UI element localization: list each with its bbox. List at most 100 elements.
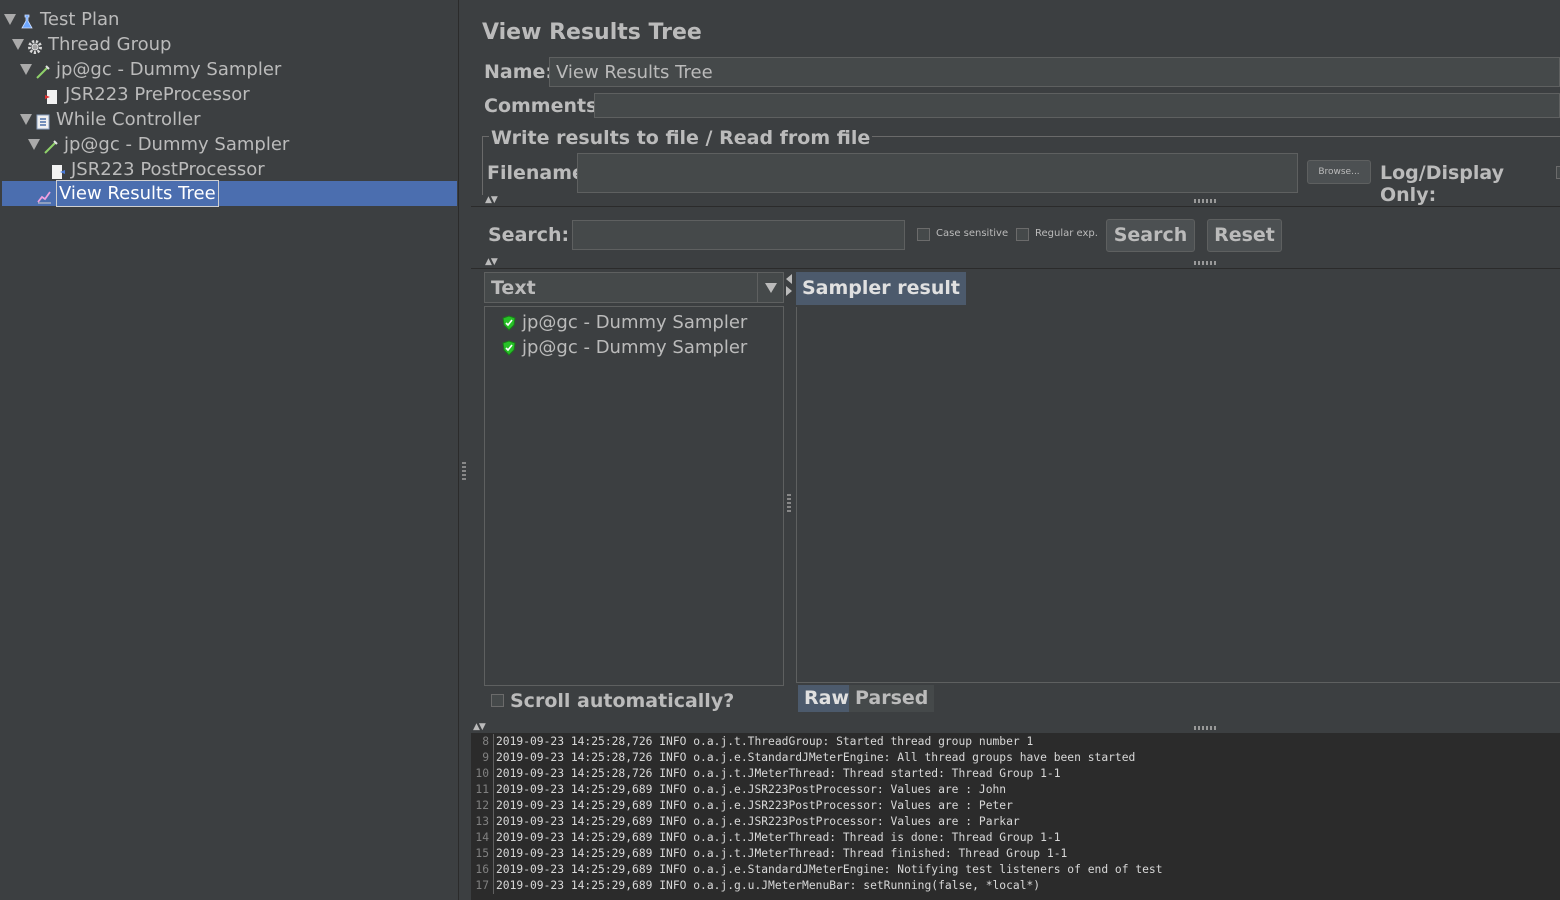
comments-field[interactable] [594,93,1560,118]
tree-node-view-results-tree[interactable]: View Results Tree [2,180,457,207]
regular-exp-checkbox[interactable] [1016,228,1029,241]
script-icon [50,162,66,179]
expand-triangle-icon[interactable] [4,14,16,25]
log-line-text: 2019-09-23 14:25:29,689 INFO o.a.j.e.JSR… [496,799,1013,812]
splitter-arrows-icon[interactable]: ▲▼ [473,722,486,732]
result-label: jp@gc - Dummy Sampler [522,337,748,358]
splitter-arrows-icon[interactable]: ▲▼ [485,257,498,267]
list-item[interactable]: jp@gc - Dummy Sampler [501,335,747,360]
tree-node-test-plan[interactable]: Test Plan [4,7,119,32]
tree-node-thread-group[interactable]: Thread Group [12,32,171,57]
log-line-text: 2019-09-23 14:25:29,689 INFO o.a.j.e.JSR… [496,815,1020,828]
renderer-select[interactable]: Text [484,272,784,303]
log-line: 14 2019-09-23 14:25:29,689 INFO o.a.j.t.J… [471,830,1061,846]
expand-triangle-icon[interactable] [20,64,32,75]
tree-panel-splitter[interactable] [458,0,472,900]
case-sensitive-checkbox[interactable] [917,228,930,241]
tree-node-label: While Controller [56,109,201,130]
tab-parsed[interactable]: Parsed [849,685,935,712]
collapse-left-icon[interactable] [786,274,792,284]
expand-triangle-icon[interactable] [28,139,40,150]
splitter-arrows-icon[interactable]: ▲▼ [485,195,498,205]
log-line: 16 2019-09-23 14:25:29,689 INFO o.a.j.e.S… [471,862,1163,878]
log-line-number: 17 [471,878,494,894]
log-display-only-checkbox[interactable] [1556,166,1560,179]
tab-raw[interactable]: Raw [798,685,856,712]
chevron-down-icon [765,283,777,293]
tree-node-label: View Results Tree [56,180,219,207]
collapse-right-icon[interactable] [786,286,792,296]
tree-node-label: JSR223 PreProcessor [65,84,250,105]
splitter-file-search[interactable]: ▲▼ [471,195,1560,207]
log-line-number: 10 [471,766,494,782]
log-line: 12 2019-09-23 14:25:29,689 INFO o.a.j.e.J… [471,798,1013,814]
log-line: 17 2019-09-23 14:25:29,689 INFO o.a.j.g.u… [471,878,1040,894]
tree-node-jsr223-postprocessor[interactable]: JSR223 PostProcessor [50,157,265,182]
log-line-text: 2019-09-23 14:25:29,689 INFO o.a.j.t.JMe… [496,831,1061,844]
name-field[interactable] [549,57,1560,87]
expand-triangle-icon[interactable] [12,39,24,50]
log-line: 8 2019-09-23 14:25:28,726 INFO o.a.j.t.Th… [471,734,1033,750]
success-shield-icon [501,339,517,356]
tree-node-label: Thread Group [48,34,172,55]
result-label: jp@gc - Dummy Sampler [522,312,748,333]
log-line-text: 2019-09-23 14:25:29,689 INFO o.a.j.e.Sta… [496,863,1163,876]
page-title: View Results Tree [482,20,702,45]
log-line-text: 2019-09-23 14:25:28,726 INFO o.a.j.t.Thr… [496,735,1034,748]
gear-icon [27,37,43,54]
tab-sampler-result[interactable]: Sampler result [796,272,966,305]
log-line-number: 9 [471,750,494,766]
flask-icon [19,12,35,28]
log-line: 11 2019-09-23 14:25:29,689 INFO o.a.j.e.J… [471,782,1006,798]
expand-triangle-icon[interactable] [20,114,32,125]
list-item[interactable]: jp@gc - Dummy Sampler [501,310,747,335]
splitter-grip-icon [1194,726,1216,730]
log-line-text: 2019-09-23 14:25:29,689 INFO o.a.j.g.u.J… [496,879,1041,892]
test-plan-tree[interactable]: Test Plan Thread Group jp@gc - Dummy Sam… [0,0,460,900]
pipette-icon [35,62,51,79]
script-icon [44,87,60,104]
tree-node-label: JSR223 PostProcessor [71,159,265,180]
splitter-grip-icon [787,494,791,514]
filename-field[interactable] [577,153,1298,193]
log-line-number: 8 [471,734,494,750]
tree-node-label: jp@gc - Dummy Sampler [64,134,290,155]
log-line-number: 16 [471,862,494,878]
file-group-title: Write results to file / Read from file [489,127,873,149]
case-sensitive-label: Case sensitive [936,228,1009,239]
log-line: 9 2019-09-23 14:25:28,726 INFO o.a.j.e.St… [471,750,1135,766]
log-line-text: 2019-09-23 14:25:29,689 INFO o.a.j.e.JSR… [496,783,1007,796]
name-label: Name: [484,61,554,83]
search-button[interactable]: Search [1106,219,1195,252]
splitter-search-results[interactable]: ▲▼ [471,257,1560,269]
log-line-text: 2019-09-23 14:25:28,726 INFO o.a.j.t.JMe… [496,767,1061,780]
renderer-select-value: Text [491,277,536,299]
view-mode-tabs: Raw Parsed [796,682,1560,713]
browse-button[interactable]: Browse... [1307,160,1371,184]
controller-icon [35,112,51,129]
log-line-number: 12 [471,798,494,814]
filename-label: Filename [487,162,585,184]
log-line: 15 2019-09-23 14:25:29,689 INFO o.a.j.t.J… [471,846,1067,862]
log-line-text: 2019-09-23 14:25:28,726 INFO o.a.j.e.Sta… [496,751,1136,764]
tree-node-while-controller[interactable]: While Controller [20,107,201,132]
tree-node-dummy-sampler-2[interactable]: jp@gc - Dummy Sampler [28,132,289,157]
search-input[interactable] [572,220,905,250]
log-viewer[interactable]: 8 2019-09-23 14:25:28,726 INFO o.a.j.t.Th… [471,733,1560,900]
splitter-grip-icon [1194,199,1216,203]
search-label: Search: [488,224,570,246]
tree-node-label: jp@gc - Dummy Sampler [56,59,282,80]
log-line-number: 13 [471,814,494,830]
splitter-grip-icon [462,462,466,482]
tree-node-label: Test Plan [40,9,120,30]
chart-icon [36,186,52,203]
results-list[interactable]: jp@gc - Dummy Sampler jp@gc - Dummy Samp… [484,306,784,686]
scroll-automatically-checkbox[interactable] [491,694,504,707]
log-line: 13 2019-09-23 14:25:29,689 INFO o.a.j.e.J… [471,814,1020,830]
tree-node-jsr223-preprocessor[interactable]: JSR223 PreProcessor [44,82,250,107]
sampler-result-content [796,307,1560,682]
dropdown-arrow-button[interactable] [757,273,784,302]
tree-node-dummy-sampler-1[interactable]: jp@gc - Dummy Sampler [20,57,281,82]
reset-button[interactable]: Reset [1207,219,1282,252]
results-splitter[interactable] [784,272,795,712]
